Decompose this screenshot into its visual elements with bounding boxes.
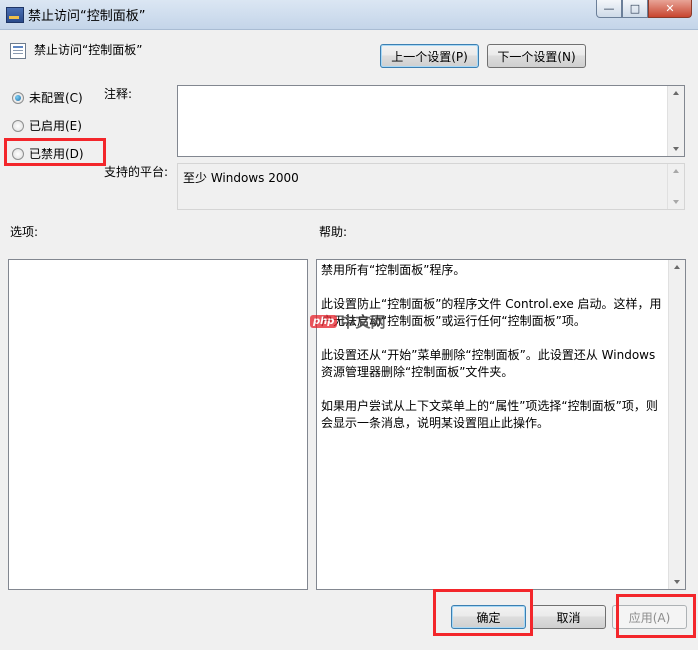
radio-enabled[interactable]: 已启用(E): [12, 117, 82, 134]
help-label: 帮助:: [319, 225, 348, 239]
cancel-button[interactable]: 取消: [531, 605, 606, 629]
scroll-up-icon[interactable]: [673, 91, 679, 95]
platform-box: 至少 Windows 2000: [177, 163, 685, 210]
highlight-apply-button: [616, 594, 696, 638]
scroll-down-icon[interactable]: [673, 147, 679, 151]
help-paragraph: 此设置还从“开始”菜单删除“控制面板”。此设置还从 Windows 资源管理器删…: [321, 348, 656, 379]
comment-scrollbar[interactable]: [667, 86, 684, 156]
watermark: php 中文网: [310, 311, 385, 332]
next-setting-button[interactable]: 下一个设置(N): [487, 44, 586, 68]
help-scrollbar[interactable]: [668, 260, 685, 589]
help-panel: 禁用所有“控制面板”程序。 此设置防止“控制面板”的程序文件 Control.e…: [316, 259, 686, 590]
highlight-ok-button: [433, 589, 533, 636]
setting-title: 禁止访问“控制面板”: [34, 43, 143, 57]
watermark-text: 中文网: [340, 313, 386, 331]
comment-label: 注释:: [104, 87, 133, 101]
radio-indicator: [12, 119, 24, 132]
scroll-up-icon[interactable]: [674, 265, 680, 269]
platform-value: 至少 Windows 2000: [183, 171, 299, 185]
scroll-down-icon[interactable]: [673, 200, 679, 204]
minimize-button[interactable]: —: [596, 0, 622, 18]
help-paragraph: 禁用所有“控制面板”程序。: [321, 263, 466, 277]
setting-icon: [10, 43, 26, 59]
platform-scrollbar[interactable]: [667, 164, 684, 209]
close-button[interactable]: ✕: [648, 0, 692, 18]
scroll-down-icon[interactable]: [674, 580, 680, 584]
help-text: 禁用所有“控制面板”程序。 此设置防止“控制面板”的程序文件 Control.e…: [321, 262, 667, 449]
previous-setting-button[interactable]: 上一个设置(P): [380, 44, 479, 68]
radio-indicator: [12, 91, 24, 104]
radio-label: 未配置(C): [29, 91, 83, 105]
group-policy-icon: [6, 7, 24, 23]
maximize-button[interactable]: □: [622, 0, 648, 18]
watermark-logo: php: [310, 315, 338, 328]
scroll-up-icon[interactable]: [673, 169, 679, 173]
radio-not-configured[interactable]: 未配置(C): [12, 89, 83, 106]
radio-label: 已启用(E): [29, 119, 82, 133]
platform-label: 支持的平台:: [104, 165, 169, 179]
comment-textarea[interactable]: [177, 85, 685, 157]
options-panel: [8, 259, 308, 590]
window-title: 禁止访问“控制面板”: [28, 9, 146, 24]
highlight-disabled-option: [4, 138, 106, 166]
options-label: 选项:: [10, 225, 39, 239]
help-paragraph: 如果用户尝试从上下文菜单上的“属性”项选择“控制面板”项，则会显示一条消息，说明…: [321, 399, 658, 430]
